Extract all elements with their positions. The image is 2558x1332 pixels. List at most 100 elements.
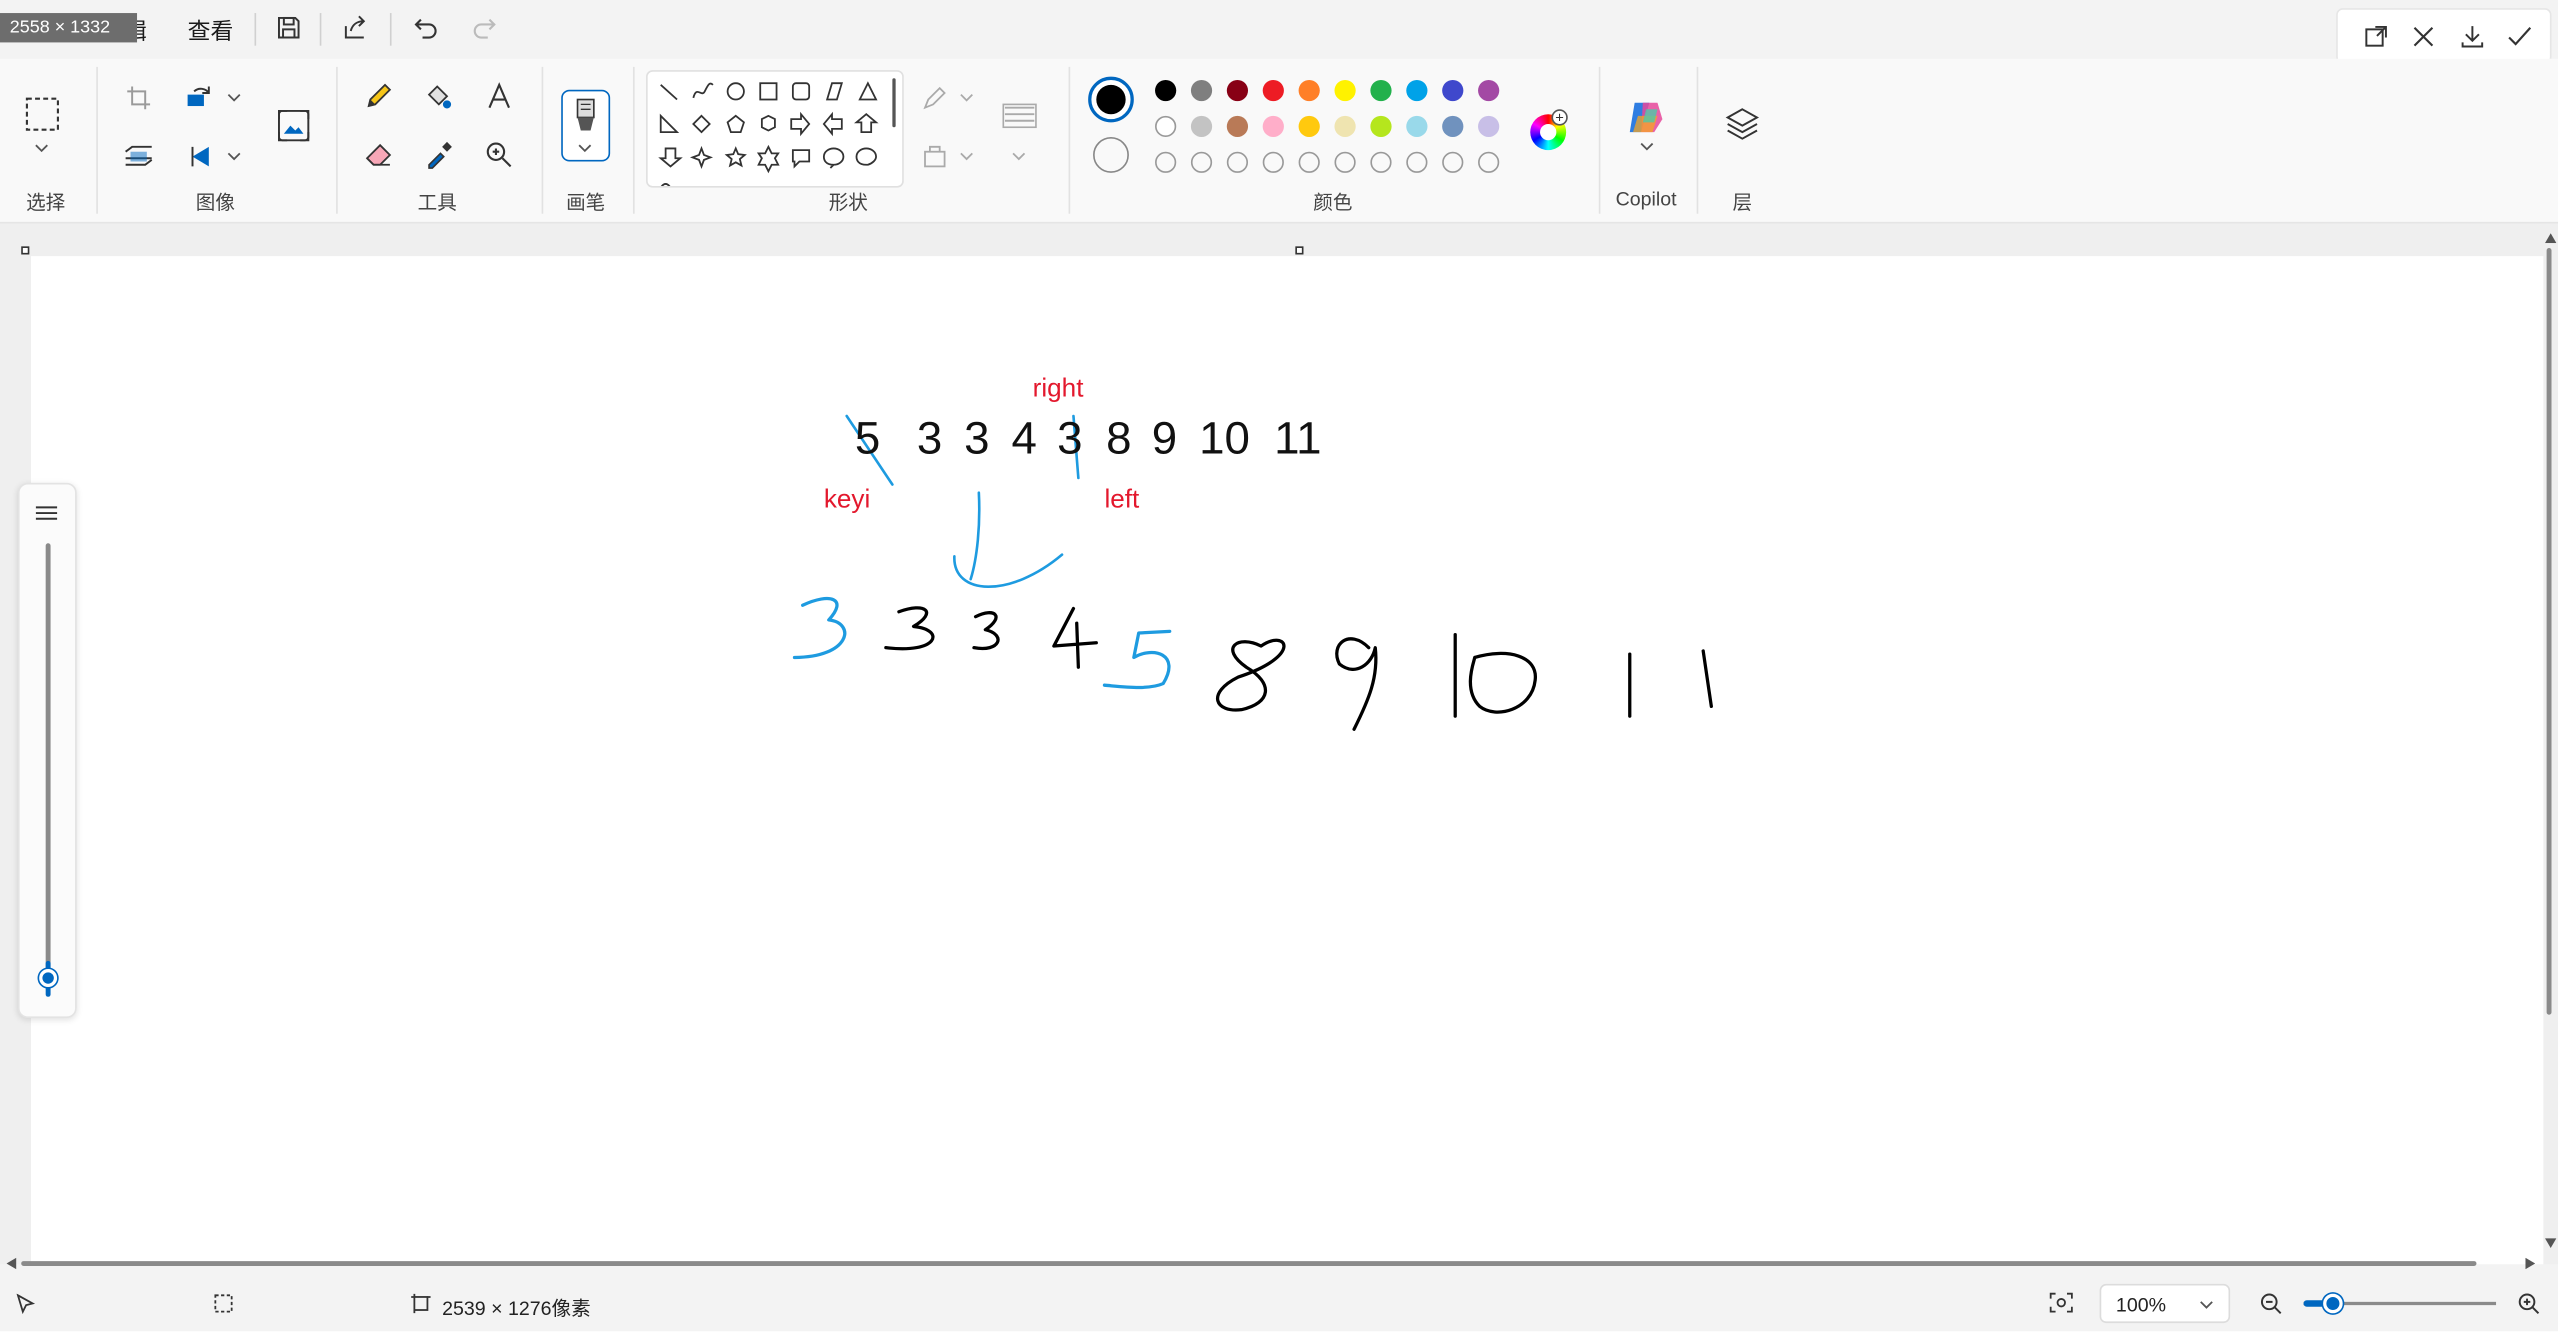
fill-bucket-icon[interactable] <box>418 75 460 117</box>
chevron-down-icon[interactable] <box>959 152 974 162</box>
diamond-shape-icon <box>692 114 711 134</box>
fit-to-window-icon[interactable] <box>2049 1292 2073 1313</box>
vertical-scrollbar-thumb[interactable] <box>2546 247 2552 1015</box>
outline-icon[interactable] <box>914 77 956 119</box>
divider <box>389 13 392 46</box>
chevron-down-icon[interactable] <box>959 93 974 103</box>
pentagon-shape-icon <box>726 114 745 134</box>
color-swatch[interactable] <box>1262 151 1284 173</box>
resize-icon[interactable] <box>117 135 159 177</box>
zoom-in-icon[interactable] <box>2517 1292 2540 1315</box>
menu-view[interactable]: 查看 <box>188 15 234 48</box>
scroll-right-icon[interactable] <box>2525 1257 2536 1270</box>
color-swatch[interactable] <box>1190 79 1213 102</box>
chevron-down-icon[interactable] <box>227 152 242 162</box>
stroke-size-icon[interactable] <box>998 95 1040 137</box>
brush-size-thumb[interactable] <box>39 969 58 987</box>
zoom-out-icon[interactable] <box>2259 1292 2282 1315</box>
color-swatch[interactable] <box>1478 79 1500 102</box>
zoom-select[interactable]: 100% <box>2099 1283 2231 1324</box>
hand-drawing-layer <box>792 414 1713 731</box>
shapes-grid <box>658 78 896 186</box>
flip-icon[interactable] <box>179 135 221 177</box>
color-swatch[interactable] <box>1370 79 1392 102</box>
primary-color-swatch <box>1096 84 1126 115</box>
check-icon[interactable] <box>2498 15 2540 57</box>
resize-handle-top-left[interactable] <box>21 246 30 255</box>
color-swatch[interactable] <box>1442 79 1464 102</box>
primary-color-selector[interactable] <box>1088 76 1134 123</box>
color-swatch[interactable] <box>1155 79 1177 102</box>
horizontal-scrollbar[interactable] <box>6 1256 2539 1271</box>
redo-icon[interactable] <box>463 7 505 49</box>
color-swatch[interactable] <box>1442 115 1464 138</box>
color-swatch[interactable] <box>1155 151 1177 173</box>
download-icon[interactable] <box>2450 15 2492 57</box>
brush-size-track[interactable] <box>45 543 51 978</box>
color-swatch[interactable] <box>1155 115 1177 138</box>
color-swatch[interactable] <box>1298 151 1320 173</box>
crop-icon[interactable] <box>117 77 159 119</box>
oval-shape-icon <box>726 82 745 101</box>
color-swatch[interactable] <box>1478 151 1500 173</box>
divider <box>96 66 98 214</box>
undo-icon[interactable] <box>405 7 447 49</box>
four-point-star-shape-icon <box>689 145 714 169</box>
fill-icon[interactable] <box>914 135 956 177</box>
color-swatch[interactable] <box>1334 151 1356 173</box>
zoom-slider-thumb[interactable] <box>2322 1293 2343 1314</box>
scroll-up-icon[interactable] <box>2544 233 2557 244</box>
chevron-down-icon[interactable] <box>1011 152 1026 162</box>
color-swatch[interactable] <box>1262 115 1284 138</box>
color-swatch[interactable] <box>1370 115 1392 138</box>
resize-handle-top-center[interactable] <box>1295 246 1304 255</box>
chevron-down-icon[interactable] <box>227 93 242 103</box>
pencil-icon[interactable] <box>357 75 399 117</box>
color-swatch[interactable] <box>1478 115 1500 138</box>
color-swatch[interactable] <box>1298 115 1320 138</box>
color-swatch[interactable] <box>1298 79 1320 102</box>
brushes-button[interactable] <box>561 89 611 162</box>
save-icon[interactable] <box>268 7 310 49</box>
zoom-slider-track[interactable] <box>2303 1293 2497 1314</box>
text-icon[interactable] <box>478 75 520 117</box>
magnifier-icon[interactable] <box>478 134 520 176</box>
color-swatch[interactable] <box>1226 151 1249 173</box>
secondary-color-swatch[interactable] <box>1093 137 1129 173</box>
horizontal-scrollbar-thumb[interactable] <box>21 1261 2477 1266</box>
image-fit-icon[interactable] <box>271 103 317 149</box>
color-swatch[interactable] <box>1334 115 1356 138</box>
eraser-icon[interactable] <box>357 134 399 176</box>
color-swatch[interactable] <box>1226 79 1249 102</box>
scroll-left-icon[interactable] <box>6 1257 17 1270</box>
share-icon[interactable] <box>334 7 376 49</box>
brush-size-panel <box>17 482 77 1018</box>
color-swatch[interactable] <box>1406 79 1428 102</box>
color-swatch[interactable] <box>1334 79 1356 102</box>
scroll-down-icon[interactable] <box>2544 1238 2557 1249</box>
color-swatch[interactable] <box>1370 151 1392 173</box>
color-swatch[interactable] <box>1190 115 1213 138</box>
close-icon[interactable] <box>2401 15 2443 57</box>
edit-colors-icon[interactable]: + <box>1530 109 1568 151</box>
chevron-down-icon[interactable] <box>34 144 49 154</box>
divider <box>1068 66 1071 214</box>
color-swatch[interactable] <box>1262 79 1284 102</box>
color-swatch[interactable] <box>1226 115 1249 138</box>
layers-icon[interactable] <box>1724 106 1760 142</box>
select-rectangle-icon[interactable] <box>20 91 66 137</box>
color-picker-icon[interactable] <box>418 134 460 176</box>
gallery-scrollbar[interactable] <box>892 78 896 128</box>
rotate-icon[interactable] <box>179 77 221 119</box>
drawing-canvas[interactable]: right keyi left 5 3 3 4 3 8 9 10 11 <box>30 256 2544 1265</box>
copilot-icon[interactable] <box>1625 96 1667 138</box>
cloud-callout-shape-icon <box>855 147 877 166</box>
color-swatch[interactable] <box>1406 115 1428 138</box>
vertical-scrollbar[interactable] <box>2542 233 2557 1261</box>
color-swatch[interactable] <box>1190 151 1213 173</box>
color-swatch[interactable] <box>1406 151 1428 173</box>
color-swatch[interactable] <box>1442 151 1464 173</box>
restore-icon[interactable] <box>2354 15 2396 57</box>
status-bar: 2539 × 1276像素 100% <box>0 1275 2558 1332</box>
chevron-down-icon[interactable] <box>1640 142 1655 152</box>
